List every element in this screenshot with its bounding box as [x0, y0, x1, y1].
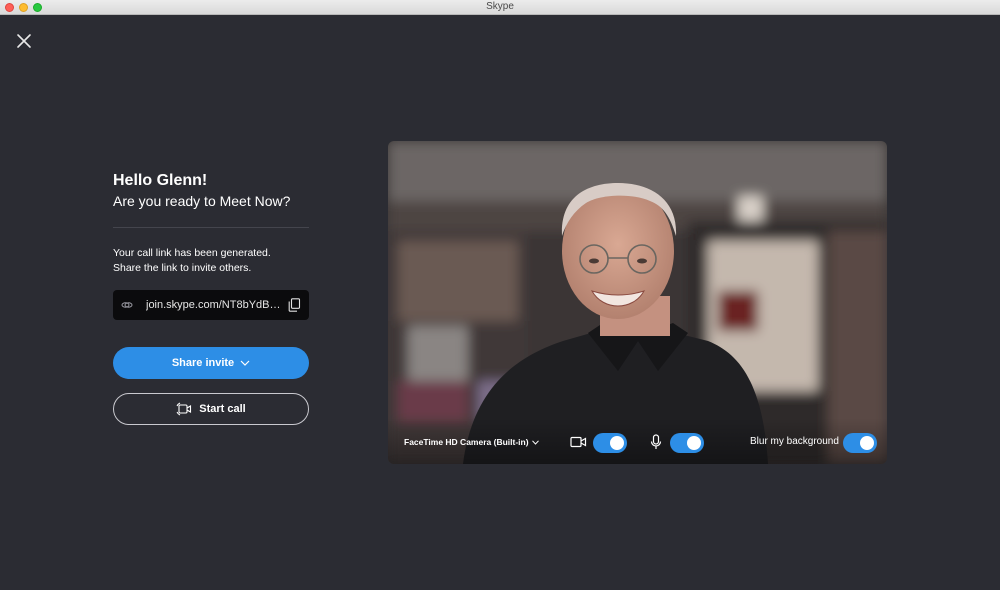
greeting-subtitle: Are you ready to Meet Now?	[113, 193, 291, 209]
close-button[interactable]	[14, 31, 34, 51]
call-link-field[interactable]: join.skype.com/NT8bYdBDn...	[113, 290, 309, 320]
camera-name: FaceTime HD Camera (Built-in)	[404, 437, 529, 447]
video-camera-icon	[570, 436, 587, 448]
share-invite-label: Share invite	[171, 357, 235, 369]
chevron-down-icon	[240, 360, 250, 366]
video-call-icon	[176, 402, 192, 416]
chevron-down-icon	[531, 439, 539, 445]
link-info-line-1: Your call link has been generated.	[113, 247, 271, 259]
window-title: Skype	[486, 1, 514, 12]
microphone-icon	[650, 434, 662, 450]
toggle-knob	[860, 436, 874, 450]
start-call-label: Start call	[199, 403, 246, 415]
microphone-toggle[interactable]	[670, 433, 704, 453]
call-link-text: join.skype.com/NT8bYdBDn...	[146, 299, 288, 311]
camera-selector[interactable]: FaceTime HD Camera (Built-in)	[404, 437, 539, 447]
toggle-knob	[610, 436, 624, 450]
toggle-knob	[687, 436, 701, 450]
start-call-button[interactable]: Start call	[113, 393, 309, 425]
share-invite-button[interactable]: Share invite	[113, 347, 309, 379]
blur-background-toggle[interactable]	[843, 433, 877, 453]
meet-now-screen: Hello Glenn! Are you ready to Meet Now? …	[0, 15, 1000, 590]
copy-icon[interactable]	[288, 298, 301, 312]
greeting-title: Hello Glenn!	[113, 172, 208, 189]
close-icon	[17, 34, 31, 48]
link-icon	[121, 299, 133, 311]
video-toggle[interactable]	[593, 433, 627, 453]
divider	[113, 227, 309, 228]
link-info-line-2: Share the link to invite others.	[113, 262, 252, 274]
preview-controls: FaceTime HD Camera (Built-in) Blur my ba…	[388, 418, 887, 464]
video-preview: FaceTime HD Camera (Built-in) Blur my ba…	[388, 141, 887, 464]
title-bar: Skype	[0, 0, 1000, 15]
blur-background-label: Blur my background	[750, 436, 839, 447]
camera-preview-image	[388, 141, 887, 464]
link-info: Your call link has been generated. Share…	[113, 246, 309, 276]
meet-now-panel: Hello Glenn! Are you ready to Meet Now? …	[113, 171, 309, 425]
